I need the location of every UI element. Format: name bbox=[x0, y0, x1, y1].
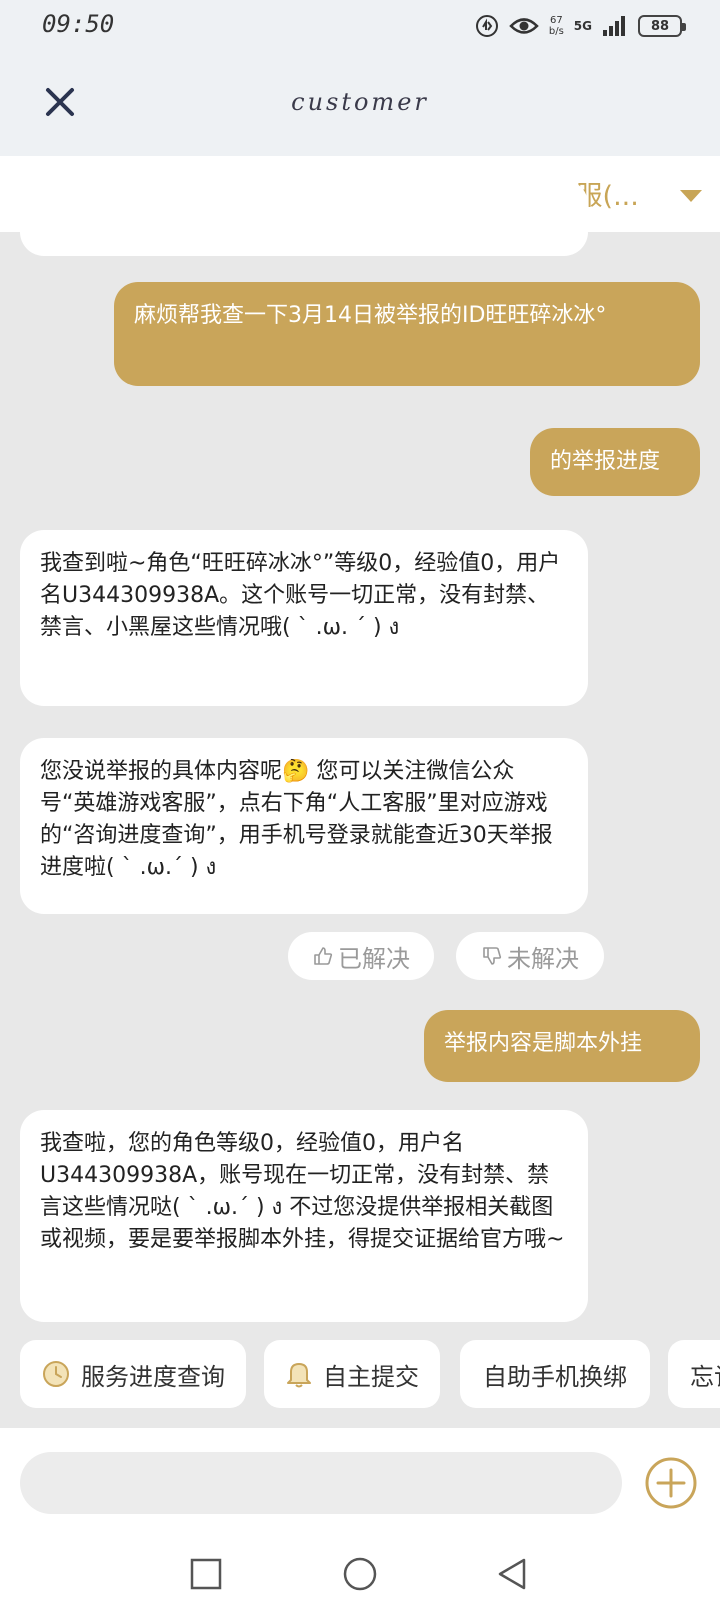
bell-icon bbox=[287, 1363, 311, 1388]
chat-bubble-bot: 我查啦，您的角色等级0，经验值0，用户名U344309938A，账号现在一切正常… bbox=[20, 1110, 588, 1322]
quick-action-service-progress[interactable]: 服务进度查询 bbox=[20, 1340, 246, 1408]
signal-icon bbox=[603, 16, 625, 36]
thumbs-down-icon bbox=[483, 947, 502, 965]
app-title: customer bbox=[291, 88, 429, 116]
back-triangle-icon[interactable] bbox=[494, 1556, 530, 1592]
quick-action-label: 忘记 bbox=[690, 1362, 720, 1391]
chat-bubble-user: 麻烦帮我查一下3月14日被举报的ID旺旺碎冰冰° bbox=[114, 282, 700, 386]
chat-bubble-bot: 您没说举报的具体内容呢🤔 您可以关注微信公众号“英雄游戏客服”，点右下角“人工客… bbox=[20, 738, 588, 914]
message-input[interactable] bbox=[20, 1452, 622, 1514]
chat-bubble-user: 举报内容是脚本外挂 bbox=[424, 1010, 700, 1082]
message-text: 举报内容是脚本外挂 bbox=[444, 1031, 643, 1056]
chat-bubble-bot-partial bbox=[20, 180, 588, 256]
quick-action-label: 服务进度查询 bbox=[81, 1362, 225, 1391]
recents-square-icon[interactable] bbox=[188, 1556, 224, 1592]
net-speed-value: 67 bbox=[549, 15, 563, 26]
quick-action-self-submit[interactable]: 自主提交 bbox=[264, 1340, 440, 1408]
status-icons: 67 b/s 5G 88 bbox=[475, 12, 686, 40]
solved-button[interactable]: 已解决 bbox=[288, 932, 434, 980]
clock-icon bbox=[43, 1361, 69, 1387]
status-bar: 09:50 67 b/s 5G 88 bbox=[0, 0, 720, 52]
battery-level: 88 bbox=[650, 18, 670, 34]
quick-action-label: 自主提交 bbox=[323, 1362, 419, 1391]
solved-label: 已解决 bbox=[338, 944, 410, 973]
add-icon[interactable] bbox=[644, 1456, 698, 1510]
chat-bubble-user: 的举报进度 bbox=[530, 428, 700, 496]
message-text: 麻烦帮我查一下3月14日被举报的ID旺旺碎冰冰° bbox=[134, 303, 607, 328]
network-type-label: 5G bbox=[573, 19, 592, 33]
unsolved-label: 未解决 bbox=[507, 944, 579, 973]
net-speed-unit: b/s bbox=[548, 26, 564, 37]
chat-bubble-bot: 我查到啦~角色“旺旺碎冰冰°”等级0，经验值0，用户名U344309938A。这… bbox=[20, 530, 588, 706]
status-time: 09:50 bbox=[42, 10, 115, 38]
message-text: 您没说举报的具体内容呢🤔 您可以关注微信公众号“英雄游戏客服”，点右下角“人工客… bbox=[40, 759, 553, 880]
message-text: 的举报进度 bbox=[550, 449, 661, 474]
message-text: 我查到啦~角色“旺旺碎冰冰°”等级0，经验值0，用户名U344309938A。这… bbox=[40, 551, 561, 640]
data-saver-icon bbox=[475, 15, 498, 37]
quick-actions-bar: 服务进度查询 自主提交 自助手机换绑 忘记 bbox=[0, 1340, 720, 1412]
quick-action-phone-rebind[interactable]: 自助手机换绑 bbox=[460, 1340, 650, 1408]
battery-icon: 88 bbox=[638, 15, 686, 37]
home-circle-icon[interactable] bbox=[342, 1556, 378, 1592]
thumbs-up-icon bbox=[314, 947, 333, 965]
quick-action-label: 自助手机换绑 bbox=[483, 1362, 627, 1391]
dropdown-arrow-icon[interactable] bbox=[680, 190, 702, 202]
net-speed: 67 b/s bbox=[549, 15, 564, 37]
quick-action-forgot[interactable]: 忘记 bbox=[668, 1340, 720, 1408]
unsolved-button[interactable]: 未解决 bbox=[456, 932, 604, 980]
message-text: 我查啦，您的角色等级0，经验值0，用户名U344309938A，账号现在一切正常… bbox=[40, 1131, 565, 1252]
eye-icon bbox=[509, 18, 539, 34]
